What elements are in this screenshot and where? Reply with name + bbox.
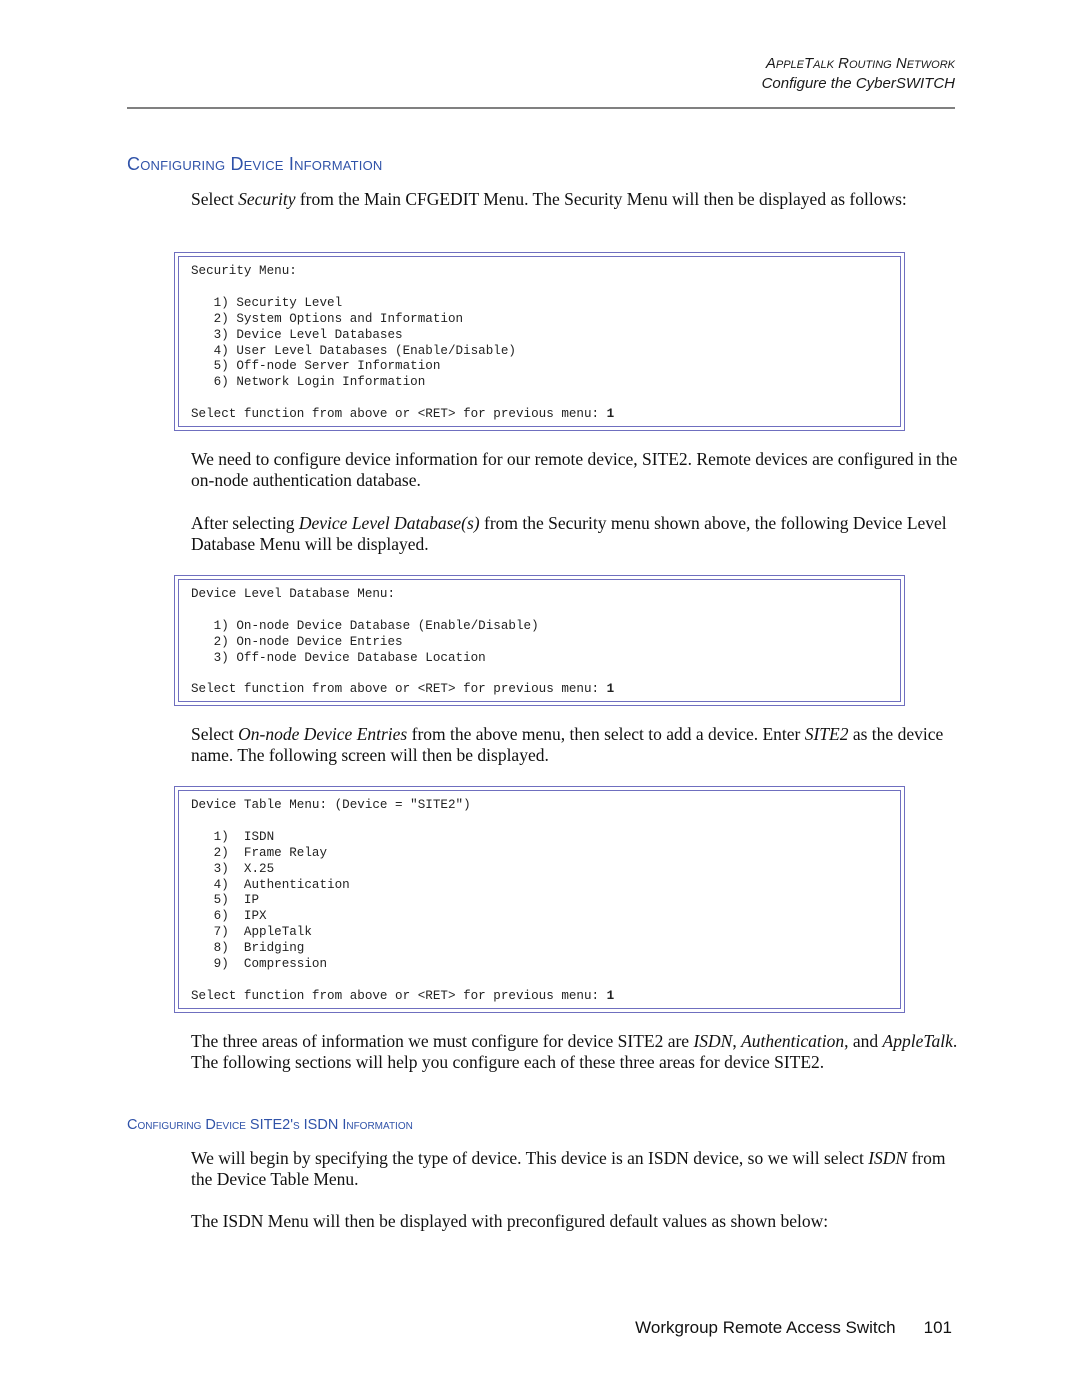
emphasis: Device Level Database(s) <box>298 513 480 533</box>
menu-item: 3) Device Level Databases <box>191 327 403 342</box>
text: After selecting <box>191 513 299 533</box>
menu-item: 6) Network Login Information <box>191 375 426 390</box>
text: The three areas of information we must c… <box>191 1031 694 1051</box>
chapter-title: AppleTalk Routing Network <box>765 55 955 72</box>
security-menu-screen: Security Menu: 1) Security Level 2) Syst… <box>174 252 905 431</box>
emphasis: Authentication <box>741 1031 845 1051</box>
menu-item: 5) Off-node Server Information <box>191 359 441 374</box>
paragraph-on-node-entries: Select On-node Device Entries from the a… <box>191 724 961 766</box>
text: Select <box>191 724 239 744</box>
paragraph-remote-devices: We need to configure device information … <box>191 449 958 490</box>
text: from the Main CFGEDIT Menu. The Security… <box>295 189 907 209</box>
terminal-output: Device Table Menu: (Device = "SITE2") 1)… <box>178 790 901 1009</box>
menu-item: 3) Off-node Device Database Location <box>191 650 486 665</box>
section-heading: Configuring Device Information <box>127 154 383 174</box>
menu-item: 1) ISDN <box>191 829 275 844</box>
paragraph-isdn-select: We will begin by specifying the type of … <box>191 1148 961 1190</box>
device-table-screen: Device Table Menu: (Device = "SITE2") 1)… <box>174 786 905 1013</box>
paragraph-three-areas: The three areas of information we must c… <box>191 1031 961 1073</box>
paragraph-isdn-menu: The ISDN Menu will then be displayed wit… <box>191 1211 829 1231</box>
emphasis: AppleTalk <box>882 1031 953 1051</box>
text: Select <box>191 189 239 209</box>
menu-item: 6) IPX <box>191 909 267 924</box>
menu-title: Device Table Menu: (Device = "SITE2") <box>191 798 471 812</box>
paragraph-intro: Select Security from the Main CFGEDIT Me… <box>191 189 961 210</box>
menu-item: 7) AppleTalk <box>191 925 312 940</box>
paragraph-device-level: After selecting Device Level Database(s)… <box>191 513 961 555</box>
menu-item: 1) Security Level <box>191 295 343 310</box>
page-footer: Workgroup Remote Access Switch 101 <box>635 1318 952 1338</box>
menu-item: 2) Frame Relay <box>191 845 328 860</box>
emphasis: ISDN <box>868 1148 908 1168</box>
text: , and <box>844 1031 883 1051</box>
section-title: Configure the CyberSWITCH <box>761 75 955 92</box>
menu-prompt: Select function from above or <RET> for … <box>191 989 888 1005</box>
terminal-output: Device Level Database Menu: 1) On-node D… <box>178 579 901 702</box>
prompt-input: 1 <box>606 988 615 1003</box>
menu-item: 5) IP <box>191 893 260 908</box>
menu-item: 9) Compression <box>191 957 328 972</box>
text: from the above menu, then select to add … <box>407 724 805 744</box>
prompt-text: Select function from above or <RET> for … <box>191 988 607 1003</box>
menu-item: 4) Authentication <box>191 877 350 892</box>
menu-prompt: Select function from above or <RET> for … <box>191 407 888 423</box>
text: We will begin by specifying the type of … <box>191 1148 869 1168</box>
header-rule <box>127 107 955 109</box>
menu-item: 4) User Level Databases (Enable/Disable) <box>191 343 516 358</box>
emphasis: SITE2 <box>804 724 849 744</box>
device-level-database-screen: Device Level Database Menu: 1) On-node D… <box>174 575 905 706</box>
menu-item: 8) Bridging <box>191 941 305 956</box>
emphasis: Security <box>238 189 296 209</box>
menu-prompt: Select function from above or <RET> for … <box>191 682 888 698</box>
emphasis: ISDN <box>693 1031 733 1051</box>
prompt-input: 1 <box>606 682 615 697</box>
running-header: AppleTalk Routing Network Configure the … <box>762 54 955 94</box>
prompt-text: Select function from above or <RET> for … <box>191 682 607 697</box>
subsection-heading: Configuring Device SITE2's ISDN Informat… <box>127 1117 413 1133</box>
menu-item: 2) On-node Device Entries <box>191 634 403 649</box>
prompt-text: Select function from above or <RET> for … <box>191 407 607 422</box>
emphasis: On-node Device Entries <box>238 724 408 744</box>
menu-title: Device Level Database Menu: <box>191 587 396 601</box>
footer-title: Workgroup Remote Access Switch <box>635 1318 896 1337</box>
menu-title: Security Menu: <box>191 264 297 278</box>
menu-item: 1) On-node Device Database (Enable/Disab… <box>191 618 539 633</box>
menu-item: 2) System Options and Information <box>191 311 464 326</box>
prompt-input: 1 <box>606 407 615 422</box>
text: , <box>732 1031 742 1051</box>
menu-item: 3) X.25 <box>191 861 275 876</box>
terminal-output: Security Menu: 1) Security Level 2) Syst… <box>178 256 901 427</box>
page-number: 101 <box>923 1318 952 1337</box>
